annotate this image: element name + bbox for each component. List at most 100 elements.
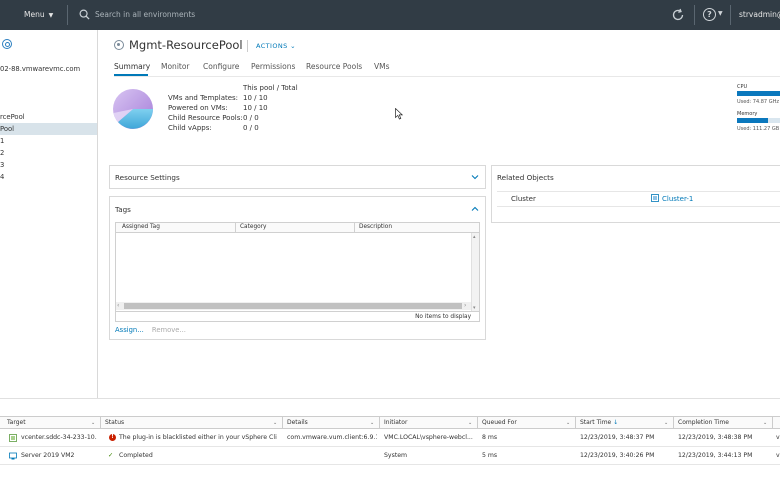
task-completion-time: 12/23/2019, 3:44:13 PM — [678, 452, 753, 459]
column-resizer[interactable] — [282, 417, 283, 429]
tag-action-bar: Assign... Remove... — [115, 326, 186, 334]
scroll-right-icon[interactable]: › — [464, 302, 466, 309]
tree-item[interactable]: rcePool — [0, 111, 97, 123]
refresh-icon[interactable] — [671, 8, 685, 22]
start-time-label: Start Time — [580, 419, 612, 426]
filter-icon[interactable]: ⌄ — [468, 420, 472, 426]
tags-grid: Assigned Tag Category Description ▴ ▾ ‹ … — [115, 222, 480, 322]
summary-label: VMs and Templates: — [168, 94, 239, 102]
summary-label: Child Resource Pools: — [168, 114, 243, 122]
summary-value: 10 / 10 — [243, 104, 268, 112]
cpu-used: Used: 74.87 GHz — [737, 99, 779, 105]
task-target-link[interactable]: vcenter.sddc-34-233-10... — [21, 434, 97, 441]
summary-label: Child vApps: — [168, 124, 212, 132]
column-header-details[interactable]: Details — [287, 419, 308, 426]
tab-permissions[interactable]: Permissions — [251, 62, 295, 71]
filter-icon[interactable]: ⌄ — [273, 420, 277, 426]
filter-icon[interactable]: ⌄ — [566, 420, 570, 426]
column-header-status[interactable]: Status — [105, 419, 124, 426]
tree-item-vcenter[interactable]: 02-88.vmwarevmc.com — [0, 63, 97, 75]
related-label: Cluster — [511, 195, 536, 203]
cluster-link[interactable]: Cluster-1 — [662, 195, 693, 203]
vm-icon — [9, 452, 17, 460]
horizontal-scrollbar[interactable]: ‹ › — [116, 302, 471, 310]
column-resizer[interactable] — [477, 417, 478, 429]
task-row[interactable]: vcenter.sddc-34-233-10... ! The plug-in … — [0, 429, 780, 447]
scrollbar-thumb[interactable] — [124, 303, 462, 309]
column-resizer[interactable] — [100, 417, 101, 429]
memory-usage-fill — [737, 118, 768, 123]
tree-item[interactable]: 4 — [0, 171, 97, 183]
chevron-up-icon[interactable] — [471, 205, 479, 213]
column-resizer[interactable] — [235, 223, 236, 233]
tab-configure[interactable]: Configure — [203, 62, 239, 71]
task-target-link[interactable]: Server 2019 VM2 — [21, 452, 97, 459]
search-input[interactable]: Search in all environments — [95, 10, 195, 19]
chevron-down-icon[interactable] — [471, 173, 479, 181]
task-row[interactable]: Server 2019 VM2 ✓ Completed System 5 ms … — [0, 447, 780, 465]
tab-summary[interactable]: Summary — [114, 62, 150, 71]
task-initiator: VMC.LOCAL\vsphere-webcl... — [384, 434, 473, 441]
task-status: The plug-in is blacklisted either in you… — [119, 434, 277, 441]
task-details: com.vmware.vum.client:6.9.1.0 — [287, 434, 377, 441]
divider — [730, 5, 731, 25]
column-resizer[interactable] — [772, 417, 773, 429]
inventory-tree: 02-88.vmwarevmc.com rcePool Pool 1 2 3 4 — [0, 30, 98, 398]
memory-label: Memory — [737, 111, 758, 117]
summary-value: 0 / 0 — [243, 114, 259, 122]
summary-value: 10 / 10 — [243, 94, 268, 102]
user-menu[interactable]: strvadmin@ — [739, 10, 780, 19]
resource-pool-icon — [114, 40, 124, 50]
recent-tasks-toolbar — [0, 398, 780, 416]
portlet-title: Related Objects — [497, 173, 554, 182]
portlet-title: Resource Settings — [115, 173, 180, 182]
assign-tag-link[interactable]: Assign... — [115, 326, 144, 334]
resource-settings-portlet[interactable]: Resource Settings — [109, 165, 486, 189]
task-queued: 5 ms — [482, 452, 498, 459]
empty-message: No items to display — [415, 314, 471, 320]
divider — [67, 5, 68, 25]
column-resizer[interactable] — [673, 417, 674, 429]
search-icon[interactable] — [79, 9, 90, 20]
tab-monitor[interactable]: Monitor — [161, 62, 190, 71]
vcenter-icon[interactable] — [2, 39, 12, 49]
column-header-queued-for[interactable]: Queued For — [482, 419, 517, 426]
memory-usage-bar — [737, 118, 780, 123]
tab-vms[interactable]: VMs — [374, 62, 390, 71]
task-server: v — [776, 434, 780, 441]
tab-resource-pools[interactable]: Resource Pools — [306, 62, 362, 71]
column-header-description[interactable]: Description — [359, 224, 392, 230]
filter-icon[interactable]: ⌄ — [763, 420, 767, 426]
tree-item-selected[interactable]: Pool — [0, 123, 97, 135]
divider — [114, 76, 780, 77]
help-icon[interactable]: ? — [703, 8, 716, 21]
column-header-category[interactable]: Category — [240, 224, 266, 230]
vertical-scrollbar[interactable]: ▴ ▾ — [471, 233, 479, 311]
column-header-initiator[interactable]: Initiator — [384, 419, 407, 426]
column-header-target[interactable]: Target — [7, 419, 26, 426]
scroll-left-icon[interactable]: ‹ — [117, 302, 119, 309]
column-resizer[interactable] — [354, 223, 355, 233]
cpu-usage-fill — [737, 91, 780, 96]
chevron-down-icon[interactable]: ▼ — [718, 10, 723, 17]
filter-icon[interactable]: ⌄ — [370, 420, 374, 426]
column-resizer[interactable] — [379, 417, 380, 429]
mouse-cursor-icon — [395, 108, 403, 120]
tasks-header: Target ⌄ Status ⌄ Details ⌄ Initiator ⌄ … — [0, 416, 780, 429]
column-resizer[interactable] — [575, 417, 576, 429]
filter-icon[interactable]: ⌄ — [91, 420, 95, 426]
tree-item[interactable]: 2 — [0, 147, 97, 159]
scroll-up-icon[interactable]: ▴ — [473, 234, 476, 240]
menu-button[interactable]: Menu ▼ — [24, 10, 53, 19]
tree-item[interactable]: 1 — [0, 135, 97, 147]
remove-tag-link[interactable]: Remove... — [152, 326, 186, 334]
task-start-time: 12/23/2019, 3:48:37 PM — [580, 434, 655, 441]
column-header-start-time[interactable]: Start Time ↓ — [580, 419, 618, 426]
filter-icon[interactable]: ⌄ — [664, 420, 668, 426]
column-header-completion-time[interactable]: Completion Time — [678, 419, 729, 426]
chevron-down-icon: ⌄ — [290, 42, 296, 50]
grid-header: Assigned Tag Category Description — [116, 223, 479, 233]
column-header-assigned-tag[interactable]: Assigned Tag — [122, 224, 160, 230]
actions-menu-button[interactable]: ACTIONS ⌄ — [256, 42, 296, 50]
tree-item[interactable]: 3 — [0, 159, 97, 171]
